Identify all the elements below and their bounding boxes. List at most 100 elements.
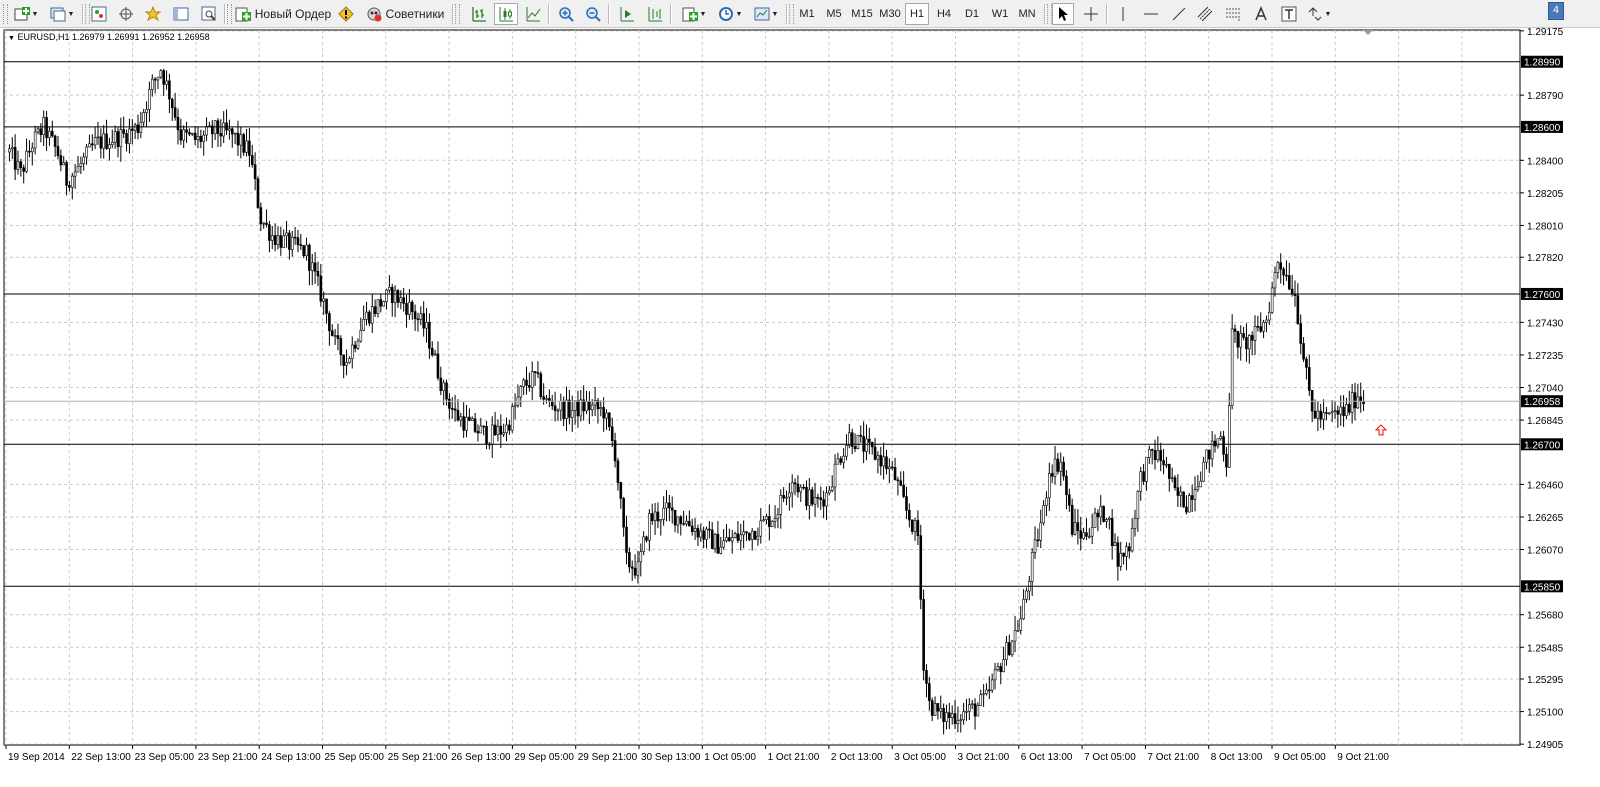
price-level-label: 1.28600 [1524,123,1561,134]
new-order-button[interactable]: Новый Ордер [233,3,333,25]
candle-body [810,489,814,505]
timeframe-m5[interactable]: M5 [822,3,846,25]
experts-button[interactable]: Советники [362,3,448,25]
toolbar-grip[interactable] [3,4,8,24]
timeframe-mn[interactable]: MN [1014,3,1040,25]
candle-body [565,399,568,419]
candle-body [990,679,994,691]
candle-body [748,532,751,540]
text-label-icon [1281,6,1297,22]
window-count-badge[interactable]: 4 [1548,2,1564,20]
candle-body [1165,463,1168,466]
candle-body [596,400,600,410]
candle-body [1179,491,1183,496]
candle-body [919,535,923,600]
candle-body [713,533,717,549]
candle-body [805,486,808,506]
vertical-line-button[interactable] [1112,3,1134,25]
candle-body [282,235,285,248]
zoom-in-button[interactable] [555,3,577,25]
indicators-button[interactable]: ▼ [678,3,710,25]
candle-body [899,480,903,486]
auto-scroll-button[interactable] [616,3,638,25]
candle-body [965,710,968,713]
terminal-button[interactable] [170,3,192,25]
candle-body [1216,438,1220,447]
timeframe-h1[interactable]: H1 [905,3,929,25]
candle-body [462,416,465,431]
data-window-button[interactable] [115,3,137,25]
candle-body [1156,450,1160,460]
toolbar-grip[interactable] [789,4,794,24]
timeframe-m15[interactable]: M15 [848,3,876,25]
timeframe-h4[interactable]: H4 [932,3,956,25]
zoom-out-button[interactable] [582,3,604,25]
crosshair-button[interactable] [1080,3,1102,25]
timeframe-d1[interactable]: D1 [960,3,984,25]
candle-body [1082,532,1085,539]
horizontal-line-button[interactable] [1140,3,1162,25]
navigator-button[interactable] [142,3,164,25]
line-chart-button[interactable] [522,3,544,25]
candle-body [250,155,254,166]
text-label-button[interactable] [1278,3,1300,25]
candle-body [653,511,657,522]
candle-body [588,401,591,411]
profiles-button[interactable]: ▼ [46,3,78,25]
candle-body [342,354,345,366]
candle-body [1362,401,1365,405]
candle-body [742,531,745,536]
candle-body [442,382,445,391]
candle-body [162,70,165,85]
fibonacci-icon [1226,8,1240,21]
cursor-button[interactable] [1052,3,1074,25]
toolbar-grip[interactable] [227,4,232,24]
candle-body [239,134,243,146]
timeframe-m30[interactable]: M30 [876,3,904,25]
candle-body [908,510,911,521]
market-watch-button[interactable] [88,3,110,25]
candle-body [736,533,740,541]
timeframe-w1[interactable]: W1 [988,3,1012,25]
candle-body [739,534,743,541]
bar-chart-button[interactable] [468,3,490,25]
warning-button[interactable] [336,3,356,25]
fibonacci-button[interactable] [1222,3,1244,25]
x-tick-label: 19 Sep 2014 [8,752,65,763]
candle-body [259,207,263,225]
timeframe-m1[interactable]: M1 [796,3,818,25]
candle-body [890,466,894,469]
candle-body [528,385,531,388]
candle-body [73,171,77,177]
new-chart-button[interactable]: ▼ [10,3,42,25]
chart-shift-button[interactable] [644,3,666,25]
candle-body [922,598,925,671]
chart-shift-icon [648,7,662,22]
price-chart[interactable]: 19 Sep 2014 22 Sep 13:00 23 Sep 05:00 23 Se… [0,28,1600,787]
strategy-tester-button[interactable] [198,3,220,25]
candle-body [1068,494,1071,506]
candle-body [88,143,91,148]
arrows-button[interactable]: ▼ [1304,3,1334,25]
candle-body [1008,642,1011,656]
equidistant-channel-button[interactable] [1194,3,1216,25]
x-tick-label: 22 Sep 13:00 [71,752,131,763]
candle-body [468,416,471,421]
candle-body [813,496,817,505]
toolbar-grip[interactable] [455,4,460,24]
candle-body [1168,463,1171,479]
trend-line-button[interactable] [1168,3,1190,25]
periods-button[interactable]: ▼ [714,3,746,25]
templates-button[interactable]: ▼ [750,3,782,25]
candle-body [973,703,977,717]
text-button[interactable] [1250,3,1272,25]
candle-body [882,456,885,467]
candle-body [1033,539,1037,553]
candle-body [1245,337,1248,350]
candle-body [993,669,997,681]
candle-body [530,371,534,388]
candlestick-button[interactable] [494,3,518,25]
candle-body [1230,328,1234,406]
candle-body [536,372,540,375]
candle-body [285,232,288,237]
